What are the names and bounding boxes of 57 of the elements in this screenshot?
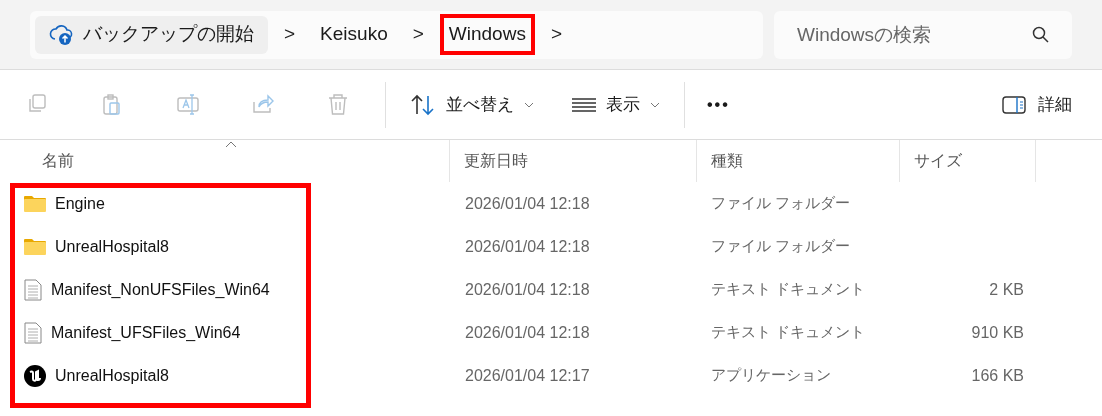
- file-row[interactable]: UnrealHospital8 2026/01/04 12:18 ファイル フォルダー: [0, 225, 1102, 268]
- sort-button[interactable]: 並べ替え: [400, 82, 544, 127]
- button-label: 並べ替え: [446, 93, 514, 116]
- app-logo-icon: [24, 364, 46, 387]
- file-name: UnrealHospital8: [55, 236, 169, 257]
- address-bar[interactable]: バックアップの開始 > Keisuko > Windows >: [30, 10, 763, 59]
- sort-ascending-icon: [224, 141, 237, 148]
- view-button[interactable]: 表示: [562, 82, 670, 127]
- date-cell-text: 2026/01/04 12:17: [464, 365, 591, 386]
- column-header[interactable]: 更新日時: [450, 140, 697, 182]
- chevron-down-icon: [650, 101, 660, 108]
- button-label: 詳細: [1038, 93, 1072, 116]
- cloud-upload-icon: [49, 23, 75, 46]
- file-name: Manifest_UFSFiles_Win64: [51, 322, 241, 343]
- folder-icon: [24, 238, 46, 255]
- list-view-icon: [572, 96, 596, 113]
- date-cell-text: 2026/01/04 12:18: [464, 236, 591, 257]
- text-file-icon: [24, 278, 42, 301]
- more-button[interactable]: •••: [697, 82, 740, 127]
- type-cell-text: アプリケーション: [710, 365, 832, 386]
- breadcrumb-item[interactable]: Keisuko: [311, 14, 397, 55]
- file-row[interactable]: Manifest_NonUFSFiles_Win64 2026/01/04 12:18 テキスト ドキュメント 2 KB: [0, 268, 1102, 311]
- breadcrumb-root[interactable]: バックアップの開始: [35, 15, 268, 54]
- type-cell-text: テキスト ドキュメント: [710, 322, 867, 343]
- breadcrumb-separator: >: [411, 22, 425, 47]
- column-header[interactable]: サイズ: [900, 140, 1036, 182]
- folder-icon: [24, 195, 46, 212]
- file-row[interactable]: Manifest_UFSFiles_Win64 2026/01/04 12:18 テキスト ドキュメント 910 KB: [0, 311, 1102, 354]
- file-row[interactable]: Engine 2026/01/04 12:18 ファイル フォルダー: [0, 182, 1102, 225]
- file-row[interactable]: UnrealHospital8 2026/01/04 12:17 アプリケーション 166 KB: [0, 354, 1102, 397]
- date-cell-text: 2026/01/04 12:18: [464, 279, 591, 300]
- date-cell-text: 2026/01/04 12:18: [464, 322, 591, 343]
- file-name: Manifest_NonUFSFiles_Win64: [51, 279, 270, 300]
- size-cell: 166 KB: [971, 366, 1024, 384]
- column-header[interactable]: 種類: [697, 140, 900, 182]
- details-pane-icon: [1002, 95, 1026, 114]
- details-button[interactable]: 詳細: [1002, 82, 1072, 127]
- breadcrumb-separator: >: [549, 22, 563, 47]
- size-cell: 910 KB: [971, 323, 1024, 341]
- type-cell-text: テキスト ドキュメント: [710, 279, 867, 300]
- sort-icon: [410, 93, 436, 116]
- search-field[interactable]: Windowsの検索: [774, 10, 1072, 59]
- size-cell: 2 KB: [989, 280, 1024, 298]
- file-name: UnrealHospital8: [55, 365, 169, 386]
- file-name: Engine: [55, 193, 105, 214]
- button-label: 表示: [606, 93, 640, 116]
- breadcrumb-label: バックアップの開始: [83, 22, 254, 47]
- date-cell-text: 2026/01/04 12:18: [464, 193, 591, 214]
- chevron-down-icon: [524, 101, 534, 108]
- text-file-icon: [24, 321, 42, 344]
- breadcrumb-item[interactable]: Windows: [439, 14, 535, 55]
- breadcrumb-separator: >: [283, 22, 297, 47]
- type-cell-text: ファイル フォルダー: [710, 193, 852, 214]
- rename-icon: [174, 91, 201, 118]
- column-header[interactable]: 名前: [0, 140, 450, 182]
- type-cell-text: ファイル フォルダー: [710, 236, 852, 257]
- search-icon[interactable]: [1032, 25, 1050, 44]
